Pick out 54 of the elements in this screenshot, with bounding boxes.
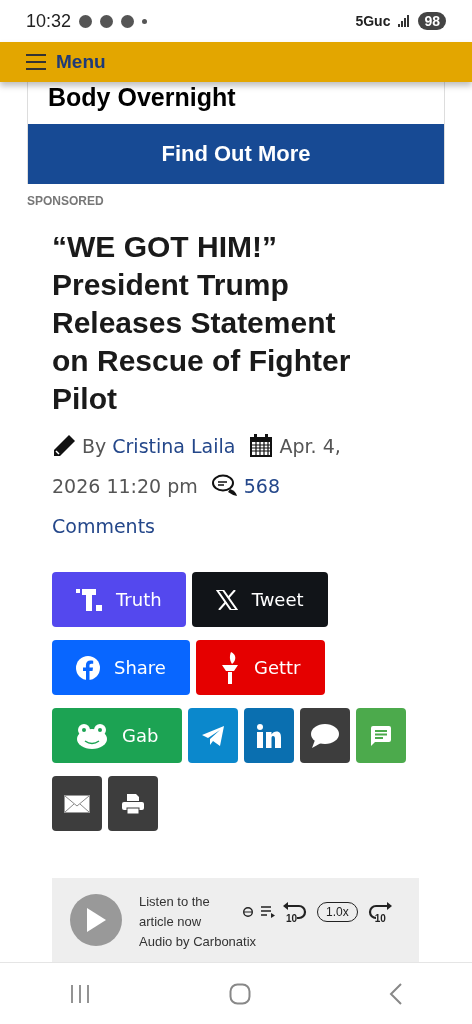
find-out-more-button[interactable]: Find Out More (28, 124, 444, 184)
t-logo-icon (76, 588, 102, 611)
publish-date: 2026 11:20 pm (52, 474, 198, 499)
comments-link[interactable]: Comments (52, 506, 402, 546)
by-label: By (82, 434, 107, 459)
article-headline: “WE GOT HIM!” President Trump Releases Statement on Rescue of Fighter Pilot (52, 229, 352, 417)
calendar-icon (249, 434, 274, 458)
notification-icon (121, 14, 135, 28)
menu-icon[interactable] (26, 54, 46, 70)
truth-share-button[interactable]: Truth (52, 572, 186, 627)
facebook-share-button[interactable]: Share (52, 640, 190, 695)
print-share-button[interactable] (108, 776, 158, 831)
sms-share-button[interactable] (356, 708, 407, 763)
envelope-icon (64, 794, 90, 813)
publish-date: Apr. 4, (279, 434, 341, 459)
author-link[interactable]: Cristina Laila (112, 426, 236, 466)
printer-icon (122, 793, 144, 814)
menu-label[interactable]: Menu (56, 51, 106, 73)
email-share-button[interactable] (52, 776, 102, 831)
message-icon (371, 725, 392, 746)
network-type: 5Guc (355, 13, 391, 29)
linkedin-share-button[interactable] (244, 708, 295, 763)
notification-icon (79, 14, 93, 28)
audio-credit: Audio by Carbonatix (139, 933, 257, 951)
recent-apps-icon[interactable] (69, 984, 91, 1004)
skip-forward-button[interactable]: 10 (365, 900, 392, 924)
linkedin-icon (257, 723, 282, 748)
signal-icon (398, 15, 411, 27)
skip-back-button[interactable]: 10 (283, 900, 309, 924)
x-share-button[interactable]: Tweet (191, 572, 328, 627)
frog-icon (76, 722, 108, 749)
listen-prompt: Listen to the article now (139, 893, 210, 931)
playlist-icon[interactable] (261, 906, 275, 918)
home-icon[interactable] (229, 983, 251, 1005)
battery-level: 98 (418, 12, 446, 30)
pencil-icon (52, 434, 76, 458)
torch-icon (219, 651, 240, 684)
comments-icon (211, 474, 238, 498)
speech-bubble-icon (311, 723, 340, 748)
back-icon[interactable] (389, 983, 403, 1005)
sponsored-label: SPONSORED (27, 194, 105, 208)
more-notifications-icon (142, 18, 148, 24)
gettr-share-button[interactable]: Gettr (195, 640, 325, 695)
facebook-icon (76, 655, 100, 680)
telegram-share-button[interactable] (188, 708, 239, 763)
notification-icon (100, 14, 114, 28)
play-icon (85, 907, 107, 933)
comment-count[interactable]: 568 (243, 466, 281, 506)
x-logo-icon (215, 589, 238, 610)
comment-share-button[interactable] (300, 708, 351, 763)
clock: 10:32 (26, 10, 72, 32)
paper-plane-icon (202, 725, 225, 746)
play-button[interactable] (70, 894, 122, 946)
ad-title: Body Overnight (47, 82, 237, 112)
